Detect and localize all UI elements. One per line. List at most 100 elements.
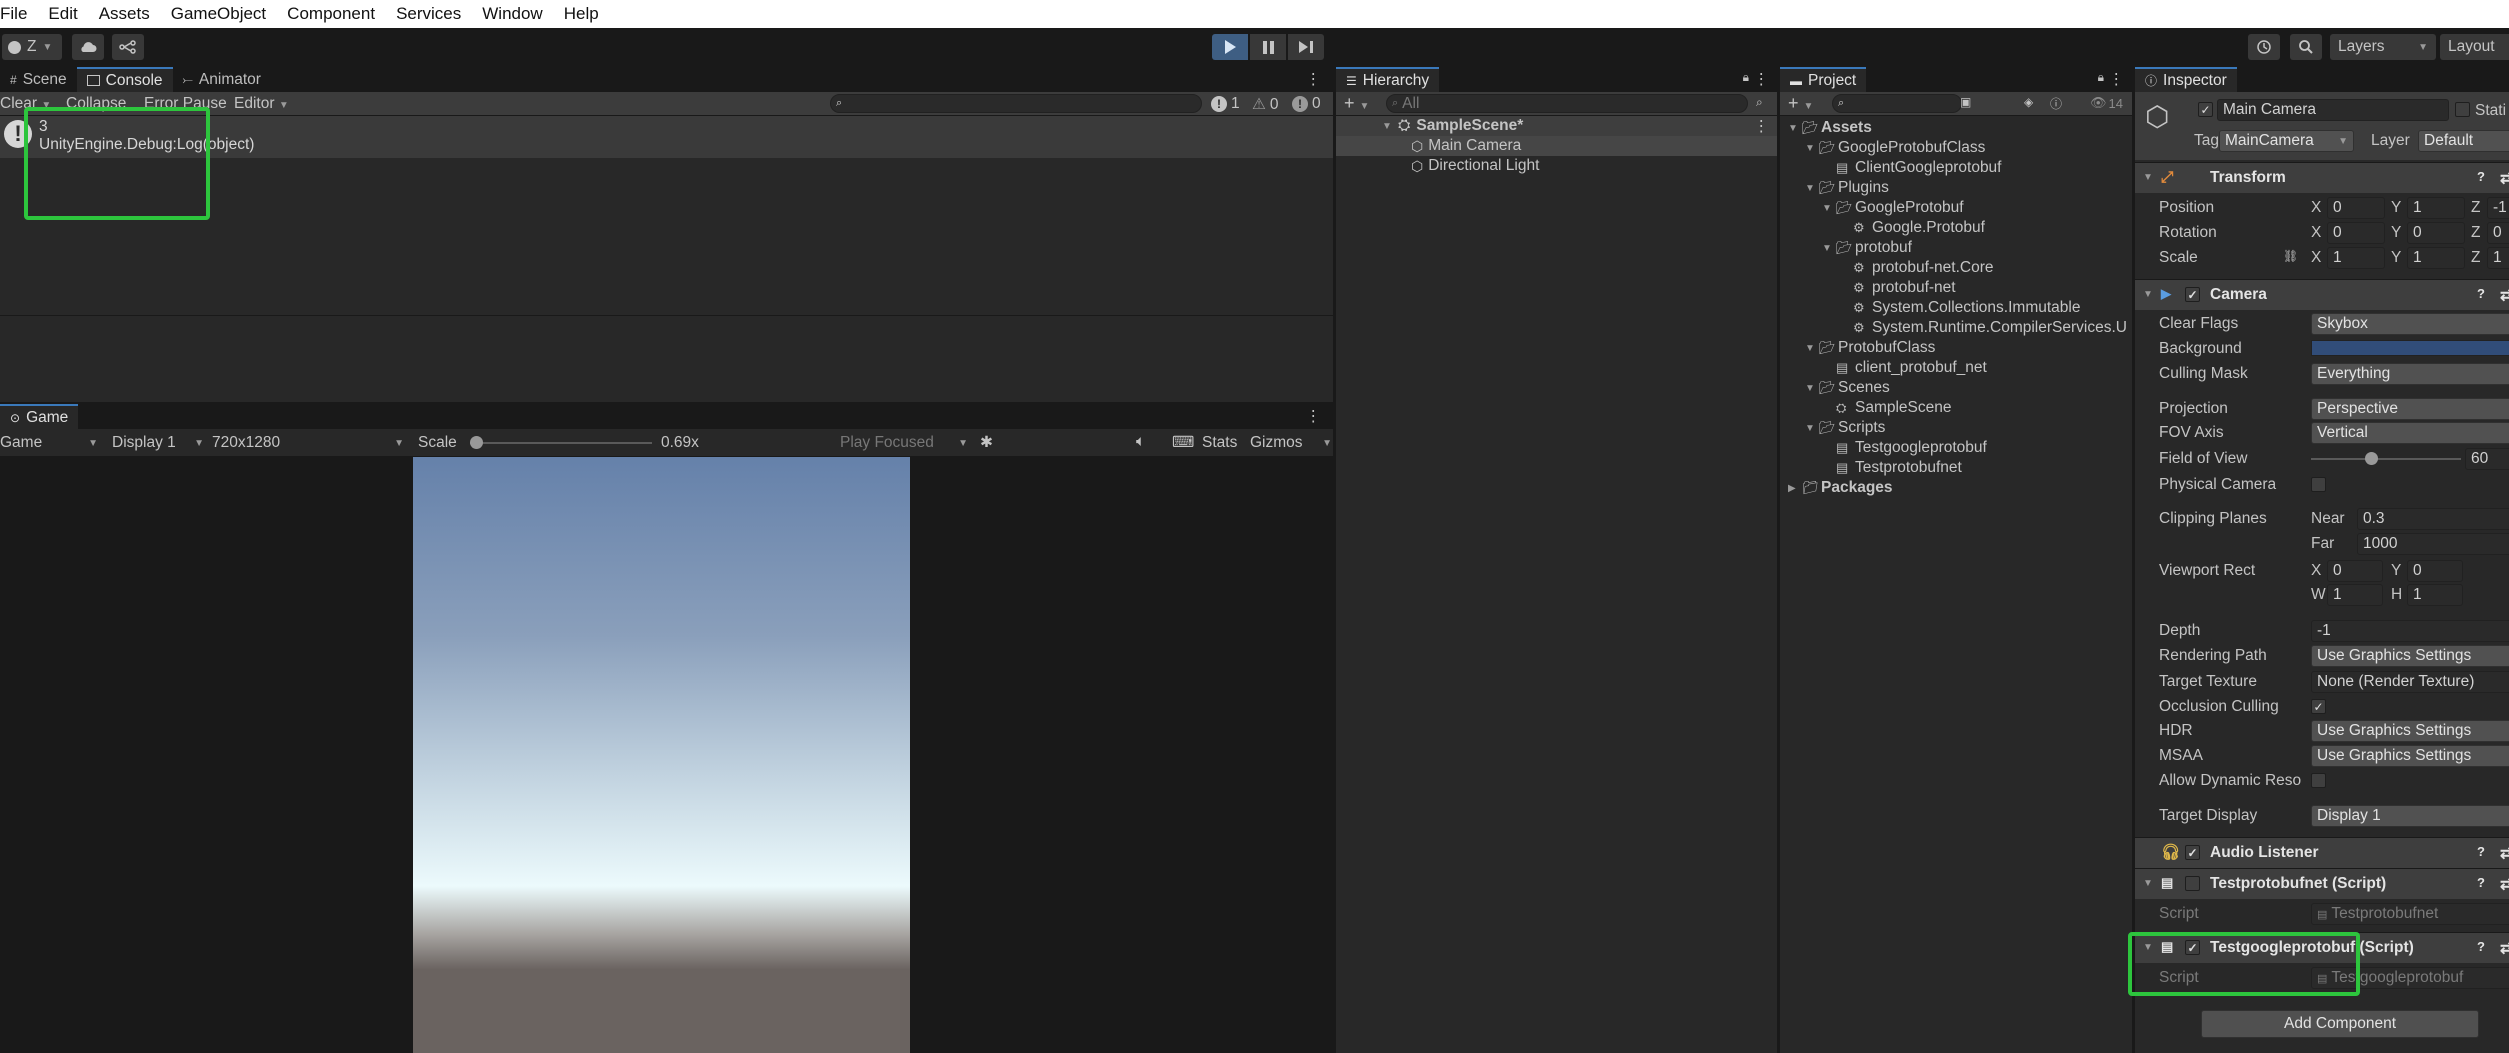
transform-header[interactable]: ▼ ⤢ Transform ? ⇄ [2135,162,2509,193]
menu-window[interactable]: Window [482,4,542,24]
tab-scene[interactable]: # Scene [0,67,77,92]
gizmos-dropdown[interactable]: Gizmos ▼ [1250,434,1332,452]
project-tree-item[interactable]: ⚙︎ System.Runtime.CompilerServices.U [1780,318,2132,338]
component-menu-icon[interactable]: ⇄ [2500,844,2509,863]
info-count-toggle[interactable]: ! 1 [1211,95,1240,113]
step-button[interactable] [1288,34,1324,60]
chevron-down-icon[interactable]: ▼ [1822,203,1832,214]
msaa-dropdown[interactable]: Use Graphics Settings [2311,745,2509,767]
play-focused-dropdown[interactable]: Play Focused ▼ [840,434,968,452]
mute-audio-icon[interactable]: 🔈︎ [1136,433,1145,451]
occlusion-culling-checkbox[interactable]: ✓ [2311,699,2326,714]
background-color-field[interactable] [2311,340,2509,356]
create-plus-button[interactable]: + ▼ [1344,93,1369,114]
constrain-proportions-icon[interactable]: ⛓︎ [2283,249,2298,263]
chevron-down-icon[interactable]: ▼ [1805,383,1815,394]
fov-axis-dropdown[interactable]: Vertical [2311,422,2509,444]
chevron-down-icon[interactable]: ▼ [1788,123,1798,134]
console-splitter[interactable] [0,315,1333,316]
search-by-type-icon[interactable]: ▣ [1960,95,1971,109]
target-texture-field[interactable]: None (Render Texture) [2311,671,2509,693]
lock-icon[interactable]: 🔒︎ [1743,70,1749,85]
testprotobufnet-checkbox[interactable] [2185,876,2200,891]
near-input[interactable]: 0.3 [2357,508,2509,530]
hierarchy-item-directional-light[interactable]: ⬡ Directional Light [1336,156,1777,176]
search-icon[interactable] [2290,34,2322,60]
layers-dropdown[interactable]: Layers ▼ [2330,34,2436,60]
panel-menu-icon[interactable]: ⋮ [1306,70,1322,89]
console-search-input[interactable]: ⌕ [830,94,1202,113]
chevron-down-icon[interactable]: ▼ [1822,243,1832,254]
transform-z-input[interactable]: 1 [2487,247,2509,269]
display-dropdown[interactable]: Display 1 ▼ [112,434,204,452]
account-dropdown[interactable]: Z ▼ [2,34,62,60]
menu-services[interactable]: Services [396,4,461,24]
project-tree-item[interactable]: ▤ Testprotobufnet [1780,458,2132,478]
component-menu-icon[interactable]: ⇄ [2500,939,2509,958]
hierarchy-search-input[interactable]: ⌕ All [1386,94,1748,113]
resolution-dropdown[interactable]: 720x1280 ▼ [212,434,404,452]
menu-component[interactable]: Component [287,4,375,24]
menu-file[interactable]: File [0,4,27,24]
tab-inspector[interactable]: ⓘ Inspector [2135,67,2237,92]
project-tree-item[interactable]: ⛭ SampleScene [1780,398,2132,418]
viewport-h-input[interactable]: 1 [2407,584,2463,606]
create-plus-button[interactable]: + ▼ [1788,93,1813,114]
game-view-viewport[interactable] [413,457,910,1053]
camera-enabled-checkbox[interactable]: ✓ [2185,287,2200,302]
project-tree-item[interactable]: ▼ 📂︎ Scripts [1780,418,2132,438]
audio-listener-checkbox[interactable]: ✓ [2185,845,2200,860]
viewport-x-input[interactable]: 0 [2327,560,2383,582]
project-search-input[interactable]: ⌕ [1832,94,1962,113]
transform-x-input[interactable]: 0 [2327,197,2385,219]
dynamic-resolution-checkbox[interactable] [2311,773,2326,788]
transform-x-input[interactable]: 1 [2327,247,2385,269]
transform-y-input[interactable]: 1 [2407,247,2465,269]
project-tree-item[interactable]: ▤ Testgoogleprotobuf [1780,438,2132,458]
error-count-toggle[interactable]: ! 0 [1292,95,1321,113]
chevron-down-icon[interactable]: ▼ [1805,183,1815,194]
viewport-w-input[interactable]: 1 [2327,584,2383,606]
help-icon[interactable]: ? [2477,844,2485,859]
project-tree-item[interactable]: ▶ 📁︎ Packages [1780,478,2132,498]
audio-listener-header[interactable]: 🎧︎ ✓ Audio Listener ? ⇄ [2135,837,2509,868]
help-icon[interactable]: ? [2477,286,2485,301]
info-filter-icon[interactable]: ⓘ [2050,95,2062,112]
menu-gameobject[interactable]: GameObject [171,4,266,24]
component-menu-icon[interactable]: ⇄ [2500,286,2509,305]
scale-slider-thumb[interactable] [470,436,483,449]
editor-dropdown[interactable]: Editor ▼ [234,95,289,113]
project-tree-item[interactable]: ⚙︎ protobuf-net.Core [1780,258,2132,278]
panel-menu-icon[interactable]: ⋮ [1306,407,1322,426]
project-tree-item[interactable]: ⚙︎ System.Collections.Immutable [1780,298,2132,318]
object-name-input[interactable]: Main Camera [2217,99,2449,121]
cloud-icon[interactable] [72,34,104,60]
project-tree-item[interactable]: ▼ 📂︎ GoogleProtobuf [1780,198,2132,218]
fov-input[interactable]: 60 [2465,448,2509,470]
chevron-down-icon[interactable]: ▼ [1805,423,1815,434]
scene-menu-icon[interactable]: ⋮ [1754,117,1770,136]
transform-z-input[interactable]: 0 [2487,222,2509,244]
tab-animator[interactable]: ⤚ Animator [173,67,271,92]
projection-dropdown[interactable]: Perspective [2311,398,2509,420]
search-by-label-icon[interactable]: ◈ [2024,95,2033,109]
collab-icon[interactable] [112,34,144,60]
play-button[interactable] [1212,34,1248,60]
testprotobufnet-header[interactable]: ▼ ▤ Testprotobufnet (Script) ? ⇄ [2135,868,2509,899]
pause-button[interactable] [1250,34,1286,60]
project-tree-item[interactable]: ▼ 📂︎ Scenes [1780,378,2132,398]
far-input[interactable]: 1000 [2357,533,2509,555]
warning-count-toggle[interactable]: ⚠ 0 [1252,95,1279,114]
target-display-dropdown[interactable]: Display 1 [2311,805,2509,827]
project-tree-item[interactable]: ▤ ClientGoogleprotobuf [1780,158,2132,178]
search-filter-icon[interactable]: ⌕ [1756,95,1763,110]
panel-menu-icon[interactable]: ⋮ [2109,70,2125,89]
tag-dropdown[interactable]: MainCamera ▼ [2219,130,2354,152]
stats-button[interactable]: Stats [1202,434,1237,452]
add-component-button[interactable]: Add Component [2201,1010,2479,1038]
project-tree-item[interactable]: ▼ 📂︎ Assets [1780,118,2132,138]
chevron-right-icon[interactable]: ▶ [1788,483,1796,494]
lock-icon[interactable]: 🔒︎ [2098,70,2104,85]
fov-slider[interactable] [2311,452,2461,465]
project-tree-item[interactable]: ▤ client_protobuf_net [1780,358,2132,378]
